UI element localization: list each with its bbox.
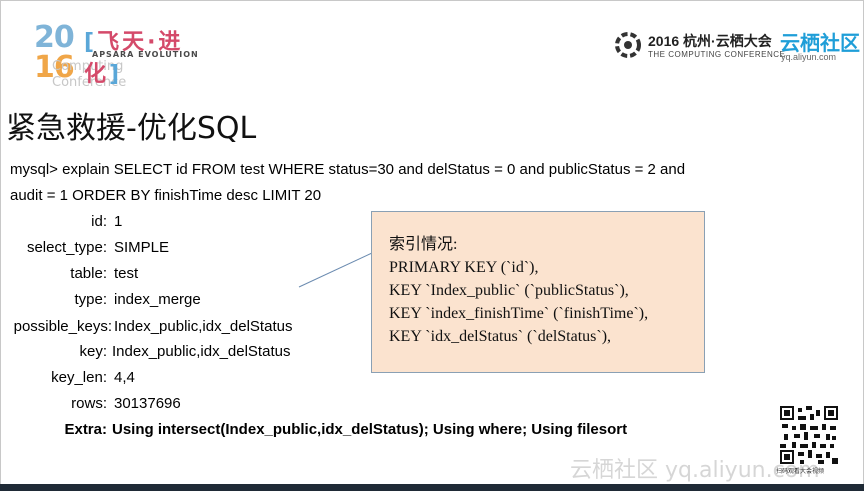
explain-label-id: id: [91, 213, 107, 230]
conference-subtitle: THE COMPUTING CONFERENCE [648, 50, 786, 59]
explain-label-rows: rows: [71, 395, 107, 412]
bottom-bar [0, 484, 864, 491]
index-info-callout: 索引情况: PRIMARY KEY (`id`), KEY `Index_pub… [371, 211, 705, 373]
callout-line: KEY `index_finishTime` (`finishTime`), [389, 305, 649, 322]
callout-line: KEY `idx_delStatus` (`delStatus`), [389, 328, 612, 345]
explain-value-id: 1 [114, 213, 123, 230]
explain-label-select-type: select_type: [26, 239, 107, 256]
explain-value-key-len: 4,4 [114, 369, 135, 386]
explain-label-possible-keys: possible_keys: [13, 318, 112, 335]
explain-label-key: key: [79, 343, 107, 360]
query-line-1: mysql> explain SELECT id FROM test WHERE… [10, 161, 686, 178]
logo-en-text: APSARA EVOLUTION [92, 50, 199, 59]
explain-label-extra: Extra: [64, 421, 107, 438]
callout-text: 索引情况: PRIMARY KEY (`id`), KEY `Index_pub… [389, 233, 648, 348]
qr-code[interactable] [780, 406, 838, 464]
callout-line: PRIMARY KEY (`id`), [389, 259, 539, 276]
explain-value-possible-keys: Index_public,idx_delStatus [114, 318, 293, 335]
explain-value-select-type: SIMPLE [114, 239, 170, 256]
callout-line: KEY `Index_public` (`publicStatus`), [389, 282, 629, 299]
explain-value-rows: 30137696 [114, 395, 181, 412]
brand-url: yq.aliyun.com [781, 52, 837, 62]
explain-value-key: Index_public,idx_delStatus [112, 343, 291, 360]
explain-label-type: type: [74, 291, 107, 308]
explain-value-type: index_merge [114, 291, 201, 308]
explain-label-table: table: [70, 265, 107, 282]
query-line-2: audit = 1 ORDER BY finishTime desc LIMIT… [10, 187, 322, 204]
slide-title: 紧急救援-优化SQL [6, 111, 257, 146]
explain-value-extra: Using intersect(Index_public,idx_delStat… [112, 421, 628, 438]
explain-label-key-len: key_len: [51, 369, 107, 386]
conference-title: 2016 杭州·云栖大会 [648, 33, 772, 49]
qr-caption: 扫码观看大会视频 [776, 468, 825, 475]
conference-logo-icon [615, 32, 641, 58]
explain-value-table: test [114, 265, 139, 282]
callout-heading: 索引情况: [389, 236, 458, 253]
